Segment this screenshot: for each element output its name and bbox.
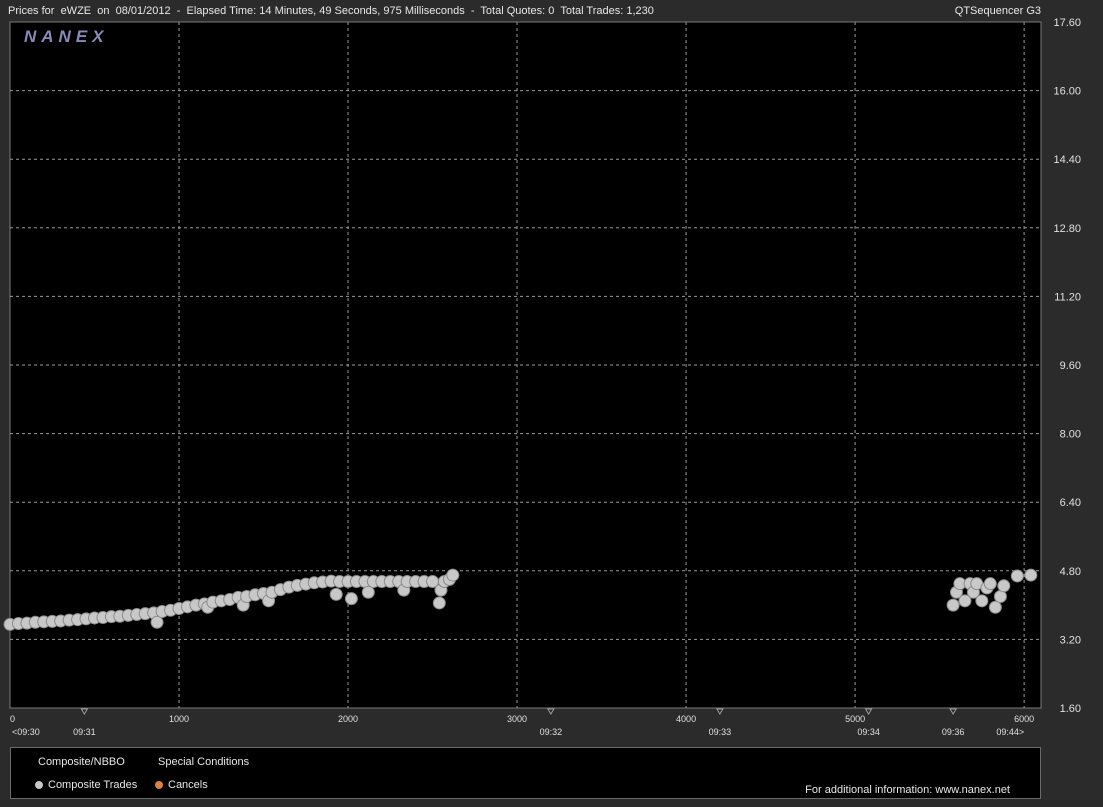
- y-tick-label: 16.00: [1053, 86, 1081, 98]
- x-tick-label: 4000: [676, 714, 696, 724]
- y-tick-label: 11.20: [1054, 291, 1081, 303]
- time-label: 09:31: [73, 727, 96, 737]
- y-tick-label: 17.60: [1053, 17, 1081, 29]
- time-label: <09:30: [12, 727, 40, 737]
- trade-point: [1010, 569, 1024, 583]
- legend-label-composite-trades: Composite Trades: [48, 779, 138, 791]
- trade-point: [344, 592, 358, 606]
- time-marker-icon: [546, 708, 555, 715]
- legend-special-conditions: Special Conditions: [158, 756, 250, 768]
- legend-item-composite-trades[interactable]: Composite Trades: [35, 779, 137, 791]
- trade-point: [988, 600, 1002, 614]
- trade-point: [432, 596, 446, 610]
- dot-icon: [155, 781, 163, 789]
- trade-point: [997, 579, 1011, 593]
- y-tick-label: 14.40: [1053, 154, 1081, 166]
- time-marker-icon: [715, 708, 724, 715]
- trade-point: [975, 594, 989, 608]
- y-tick-label: 6.40: [1060, 497, 1081, 509]
- x-tick-label: 6000: [1014, 714, 1034, 724]
- trade-point: [329, 587, 343, 601]
- y-tick-label: 12.80: [1053, 223, 1081, 235]
- trade-point: [993, 590, 1007, 604]
- time-label: 09:44>: [996, 727, 1024, 737]
- legend-item-cancels[interactable]: Cancels: [155, 779, 208, 791]
- time-label: 09:32: [540, 727, 563, 737]
- time-marker-icon: [864, 708, 873, 715]
- y-tick-label: 9.60: [1060, 360, 1081, 372]
- trade-point: [446, 568, 460, 582]
- time-label: 09:34: [857, 727, 880, 737]
- time-marker-icon: [80, 708, 89, 715]
- y-tick-label: 4.80: [1060, 566, 1081, 578]
- trade-point: [1024, 568, 1038, 582]
- y-tick-label: 1.60: [1060, 703, 1081, 715]
- trade-point: [361, 585, 375, 599]
- price-chart: NANEX 17.60 16.00 14.40 12.80 11.20 9.60 8.00 6…: [3, 17, 1081, 737]
- x-tick-label: 0: [10, 714, 15, 724]
- nanex-logo: NANEX: [24, 27, 109, 46]
- y-axis: 17.60 16.00 14.40 12.80 11.20 9.60 8.00 6.40 4.8…: [1053, 17, 1081, 715]
- dot-icon: [35, 781, 43, 789]
- x-tick-label: 5000: [845, 714, 865, 724]
- time-marker-icon: [949, 708, 957, 715]
- time-label: 09:36: [942, 727, 965, 737]
- legend-composite-nbbo: Composite/NBBO: [38, 756, 125, 768]
- y-tick-label: 8.00: [1060, 429, 1081, 441]
- legend: Composite/NBBO Special Conditions Compos…: [10, 747, 1041, 799]
- legend-label-cancels: Cancels: [168, 779, 208, 791]
- x-tick-label: 1000: [169, 714, 189, 724]
- x-axis: 0 1000 2000 3000 4000 5000 6000: [10, 714, 1034, 724]
- time-label: 09:33: [709, 727, 732, 737]
- trade-point: [150, 615, 164, 629]
- trade-point: [946, 598, 960, 612]
- trade-point: [983, 577, 997, 591]
- info-text: For additional information: www.nanex.ne…: [805, 784, 1010, 796]
- x-tick-label: 2000: [338, 714, 358, 724]
- y-tick-label: 3.20: [1060, 634, 1081, 646]
- x-tick-label: 3000: [507, 714, 527, 724]
